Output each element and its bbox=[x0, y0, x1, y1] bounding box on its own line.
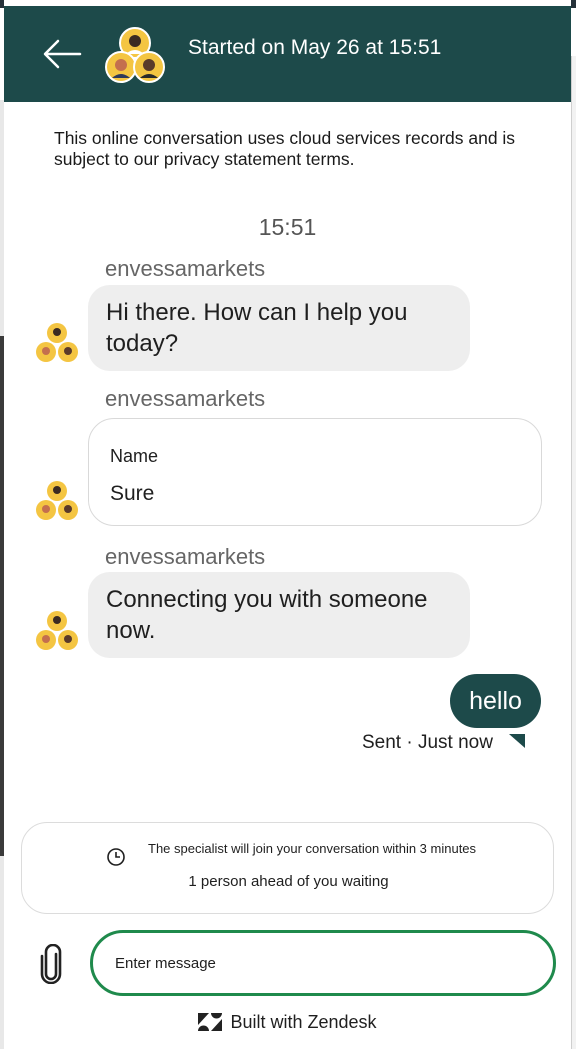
footer-text: Built with Zendesk bbox=[230, 1012, 377, 1032]
chat-widget: Started on May 26 at 15:51 This online c… bbox=[4, 0, 571, 1049]
conversation-title: Started on May 26 at 15:51 bbox=[188, 36, 442, 59]
agent-group-avatar bbox=[105, 27, 165, 83]
agent-avatar bbox=[36, 481, 78, 520]
message-sender: envessamarkets bbox=[105, 256, 266, 281]
agent-message-bubble: Hi there. How can I help you today? bbox=[88, 285, 470, 371]
attach-button[interactable] bbox=[38, 943, 64, 985]
paperclip-icon bbox=[40, 943, 62, 985]
message-sender: envessamarkets bbox=[105, 544, 266, 569]
message-status: Sent · Just now bbox=[362, 732, 493, 753]
privacy-notice: This online conversation uses cloud serv… bbox=[54, 128, 516, 169]
zendesk-logo-icon bbox=[198, 1013, 223, 1031]
zendesk-footer[interactable]: Built with Zendesk bbox=[4, 1012, 571, 1033]
queue-position: 1 person ahead of you waiting bbox=[188, 873, 389, 890]
back-button[interactable] bbox=[42, 36, 82, 72]
clock-icon bbox=[107, 848, 125, 866]
agent-avatar bbox=[36, 611, 78, 650]
form-response-card: Name Sure bbox=[88, 418, 542, 526]
agent-message-bubble: Connecting you with someone now. bbox=[88, 572, 470, 658]
queue-status-card: The specialist will join your conversati… bbox=[21, 822, 554, 914]
message-input[interactable] bbox=[90, 930, 556, 996]
background-page-scrollbar bbox=[571, 56, 576, 1049]
conversation-timestamp: 15:51 bbox=[258, 214, 317, 240]
chat-header: Started on May 26 at 15:51 bbox=[4, 6, 571, 102]
back-arrow-icon bbox=[43, 39, 82, 69]
form-field-value: Sure bbox=[110, 482, 155, 505]
sent-tick-icon bbox=[509, 734, 525, 748]
message-sender: envessamarkets bbox=[105, 386, 266, 411]
user-message-bubble: hello bbox=[450, 674, 541, 728]
agent-avatar bbox=[36, 323, 78, 362]
form-field-label: Name bbox=[110, 446, 159, 466]
queue-wait-time: The specialist will join your conversati… bbox=[148, 841, 477, 856]
